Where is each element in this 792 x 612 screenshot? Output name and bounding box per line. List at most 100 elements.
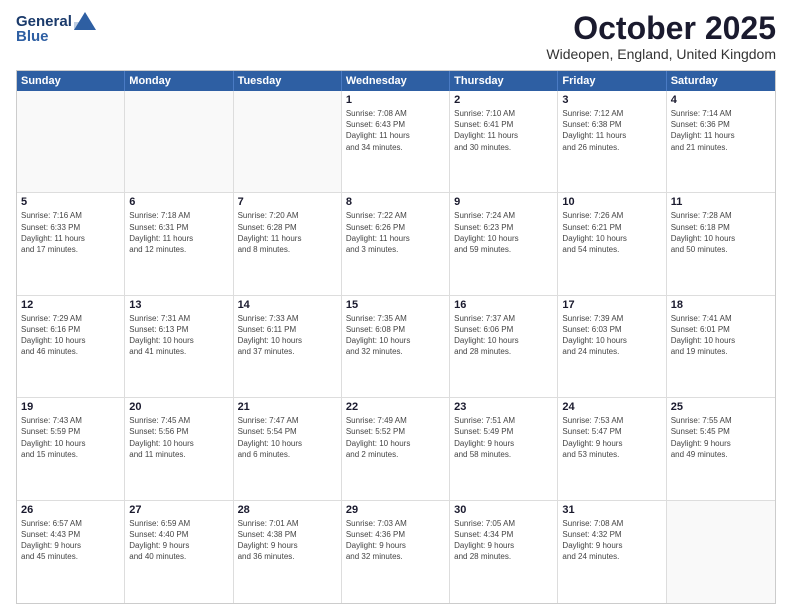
title-section: October 2025 Wideopen, England, United K… bbox=[546, 12, 776, 62]
day-number: 9 bbox=[454, 196, 553, 208]
calendar-row-2: 5Sunrise: 7:16 AM Sunset: 6:33 PM Daylig… bbox=[17, 193, 775, 295]
calendar-row-5: 26 Sunrise: 6:57 AM Sunset: 4:43 PM Dayli… bbox=[17, 501, 775, 603]
calendar-cell: 30 Sunrise: 7:05 AM Sunset: 4:34 PM Dayli… bbox=[450, 501, 558, 603]
day-info: Sunrise: 7:26 AM Sunset: 6:21 PM Dayligh… bbox=[562, 210, 661, 255]
calendar-row-4: 19 Sunrise: 7:43 AM Sunset: 5:59 PM Dayli… bbox=[17, 398, 775, 500]
location: Wideopen, England, United Kingdom bbox=[546, 46, 776, 62]
day-info: Sunrise: 7:49 AM Sunset: 5:52 PM Dayligh… bbox=[346, 415, 445, 460]
calendar-row-3: 12Sunrise: 7:29 AM Sunset: 6:16 PM Dayli… bbox=[17, 296, 775, 398]
day-number: 18 bbox=[671, 299, 771, 311]
calendar-cell: 27 Sunrise: 6:59 AM Sunset: 4:40 PM Dayli… bbox=[125, 501, 233, 603]
day-number: 11 bbox=[671, 196, 771, 208]
day-number: 16 bbox=[454, 299, 553, 311]
weekday-header-thursday: Thursday bbox=[450, 71, 558, 91]
calendar-cell: 16 Sunrise: 7:37 AM Sunset: 6:06 PM Dayli… bbox=[450, 296, 558, 397]
calendar-cell: 21 Sunrise: 7:47 AM Sunset: 5:54 PM Dayli… bbox=[234, 398, 342, 499]
day-info: Sunrise: 7:47 AM Sunset: 5:54 PM Dayligh… bbox=[238, 415, 337, 460]
calendar-cell: 1Sunrise: 7:08 AM Sunset: 6:43 PM Daylig… bbox=[342, 91, 450, 192]
day-number: 14 bbox=[238, 299, 337, 311]
day-info: Sunrise: 7:14 AM Sunset: 6:36 PM Dayligh… bbox=[671, 108, 771, 153]
calendar-cell: 4 Sunrise: 7:14 AM Sunset: 6:36 PM Daylig… bbox=[667, 91, 775, 192]
day-number: 24 bbox=[562, 401, 661, 413]
header: General Blue October 2025 Wideopen, Engl… bbox=[16, 12, 776, 62]
day-info: Sunrise: 7:12 AM Sunset: 6:38 PM Dayligh… bbox=[562, 108, 661, 153]
logo: General Blue bbox=[16, 12, 96, 45]
day-info: Sunrise: 6:57 AM Sunset: 4:43 PM Dayligh… bbox=[21, 518, 120, 563]
calendar-cell: 20 Sunrise: 7:45 AM Sunset: 5:56 PM Dayli… bbox=[125, 398, 233, 499]
calendar-cell bbox=[234, 91, 342, 192]
day-info: Sunrise: 7:33 AM Sunset: 6:11 PM Dayligh… bbox=[238, 313, 337, 358]
logo-blue: Blue bbox=[16, 28, 49, 45]
day-number: 7 bbox=[238, 196, 337, 208]
weekday-header-tuesday: Tuesday bbox=[234, 71, 342, 91]
day-number: 25 bbox=[671, 401, 771, 413]
day-info: Sunrise: 7:39 AM Sunset: 6:03 PM Dayligh… bbox=[562, 313, 661, 358]
calendar-cell: 26 Sunrise: 6:57 AM Sunset: 4:43 PM Dayli… bbox=[17, 501, 125, 603]
calendar-cell: 2Sunrise: 7:10 AM Sunset: 6:41 PM Daylig… bbox=[450, 91, 558, 192]
calendar: SundayMondayTuesdayWednesdayThursdayFrid… bbox=[16, 70, 776, 604]
calendar-cell: 25Sunrise: 7:55 AM Sunset: 5:45 PM Dayli… bbox=[667, 398, 775, 499]
day-info: Sunrise: 7:16 AM Sunset: 6:33 PM Dayligh… bbox=[21, 210, 120, 255]
calendar-cell: 8Sunrise: 7:22 AM Sunset: 6:26 PM Daylig… bbox=[342, 193, 450, 294]
calendar-body: 1Sunrise: 7:08 AM Sunset: 6:43 PM Daylig… bbox=[17, 91, 775, 603]
calendar-cell: 18 Sunrise: 7:41 AM Sunset: 6:01 PM Dayli… bbox=[667, 296, 775, 397]
weekday-header-sunday: Sunday bbox=[17, 71, 125, 91]
day-number: 28 bbox=[238, 504, 337, 516]
weekday-header-wednesday: Wednesday bbox=[342, 71, 450, 91]
day-number: 30 bbox=[454, 504, 553, 516]
calendar-cell: 22 Sunrise: 7:49 AM Sunset: 5:52 PM Dayli… bbox=[342, 398, 450, 499]
day-info: Sunrise: 7:51 AM Sunset: 5:49 PM Dayligh… bbox=[454, 415, 553, 460]
day-info: Sunrise: 7:20 AM Sunset: 6:28 PM Dayligh… bbox=[238, 210, 337, 255]
day-number: 4 bbox=[671, 94, 771, 106]
day-number: 27 bbox=[129, 504, 228, 516]
calendar-page: General Blue October 2025 Wideopen, Engl… bbox=[0, 0, 792, 612]
calendar-cell: 31Sunrise: 7:08 AM Sunset: 4:32 PM Dayli… bbox=[558, 501, 666, 603]
calendar-cell: 11 Sunrise: 7:28 AM Sunset: 6:18 PM Dayli… bbox=[667, 193, 775, 294]
calendar-cell bbox=[667, 501, 775, 603]
day-info: Sunrise: 7:45 AM Sunset: 5:56 PM Dayligh… bbox=[129, 415, 228, 460]
day-number: 13 bbox=[129, 299, 228, 311]
day-info: Sunrise: 7:43 AM Sunset: 5:59 PM Dayligh… bbox=[21, 415, 120, 460]
day-number: 26 bbox=[21, 504, 120, 516]
day-number: 10 bbox=[562, 196, 661, 208]
day-info: Sunrise: 7:10 AM Sunset: 6:41 PM Dayligh… bbox=[454, 108, 553, 153]
calendar-cell: 28Sunrise: 7:01 AM Sunset: 4:38 PM Dayli… bbox=[234, 501, 342, 603]
day-info: Sunrise: 7:29 AM Sunset: 6:16 PM Dayligh… bbox=[21, 313, 120, 358]
day-info: Sunrise: 7:05 AM Sunset: 4:34 PM Dayligh… bbox=[454, 518, 553, 563]
day-info: Sunrise: 6:59 AM Sunset: 4:40 PM Dayligh… bbox=[129, 518, 228, 563]
day-number: 3 bbox=[562, 94, 661, 106]
calendar-cell: 5Sunrise: 7:16 AM Sunset: 6:33 PM Daylig… bbox=[17, 193, 125, 294]
day-info: Sunrise: 7:18 AM Sunset: 6:31 PM Dayligh… bbox=[129, 210, 228, 255]
calendar-cell: 7 Sunrise: 7:20 AM Sunset: 6:28 PM Daylig… bbox=[234, 193, 342, 294]
calendar-cell: 19 Sunrise: 7:43 AM Sunset: 5:59 PM Dayli… bbox=[17, 398, 125, 499]
day-info: Sunrise: 7:35 AM Sunset: 6:08 PM Dayligh… bbox=[346, 313, 445, 358]
weekday-header-saturday: Saturday bbox=[667, 71, 775, 91]
calendar-cell bbox=[17, 91, 125, 192]
day-info: Sunrise: 7:28 AM Sunset: 6:18 PM Dayligh… bbox=[671, 210, 771, 255]
day-number: 20 bbox=[129, 401, 228, 413]
calendar-cell bbox=[125, 91, 233, 192]
day-number: 6 bbox=[129, 196, 228, 208]
calendar-cell: 29Sunrise: 7:03 AM Sunset: 4:36 PM Dayli… bbox=[342, 501, 450, 603]
month-title: October 2025 bbox=[546, 12, 776, 44]
day-number: 22 bbox=[346, 401, 445, 413]
calendar-cell: 6 Sunrise: 7:18 AM Sunset: 6:31 PM Daylig… bbox=[125, 193, 233, 294]
day-info: Sunrise: 7:03 AM Sunset: 4:36 PM Dayligh… bbox=[346, 518, 445, 563]
weekday-header-friday: Friday bbox=[558, 71, 666, 91]
calendar-cell: 10 Sunrise: 7:26 AM Sunset: 6:21 PM Dayli… bbox=[558, 193, 666, 294]
day-number: 21 bbox=[238, 401, 337, 413]
calendar-cell: 17Sunrise: 7:39 AM Sunset: 6:03 PM Dayli… bbox=[558, 296, 666, 397]
day-info: Sunrise: 7:53 AM Sunset: 5:47 PM Dayligh… bbox=[562, 415, 661, 460]
day-info: Sunrise: 7:24 AM Sunset: 6:23 PM Dayligh… bbox=[454, 210, 553, 255]
day-number: 1 bbox=[346, 94, 445, 106]
calendar-cell: 12Sunrise: 7:29 AM Sunset: 6:16 PM Dayli… bbox=[17, 296, 125, 397]
calendar-row-1: 1Sunrise: 7:08 AM Sunset: 6:43 PM Daylig… bbox=[17, 91, 775, 193]
day-number: 8 bbox=[346, 196, 445, 208]
calendar-cell: 24 Sunrise: 7:53 AM Sunset: 5:47 PM Dayli… bbox=[558, 398, 666, 499]
calendar-header: SundayMondayTuesdayWednesdayThursdayFrid… bbox=[17, 71, 775, 91]
day-number: 31 bbox=[562, 504, 661, 516]
day-number: 19 bbox=[21, 401, 120, 413]
calendar-cell: 15Sunrise: 7:35 AM Sunset: 6:08 PM Dayli… bbox=[342, 296, 450, 397]
day-info: Sunrise: 7:41 AM Sunset: 6:01 PM Dayligh… bbox=[671, 313, 771, 358]
day-info: Sunrise: 7:37 AM Sunset: 6:06 PM Dayligh… bbox=[454, 313, 553, 358]
